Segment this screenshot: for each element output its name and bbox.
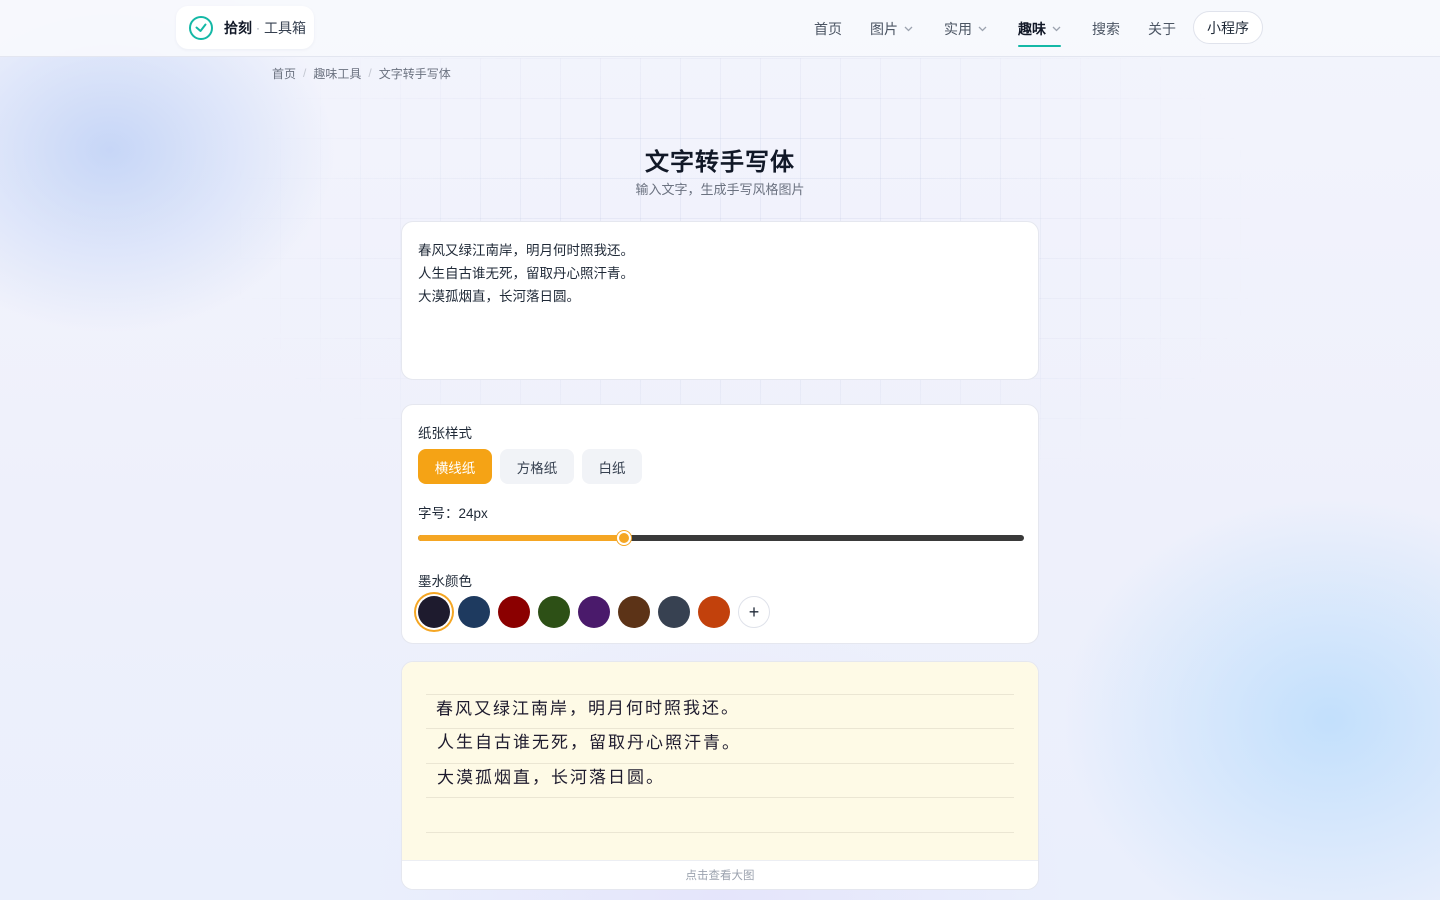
handwriting-line: 春风又绿江南岸，明月何时照我还。 — [435, 698, 741, 720]
font-size-slider[interactable] — [418, 531, 1024, 545]
ink-color-label: 墨水颜色 — [418, 574, 472, 589]
mini-program-button[interactable]: 小程序 — [1193, 11, 1263, 44]
breadcrumb-separator: / — [303, 66, 307, 80]
view-full-image-link[interactable]: 点击查看大图 — [402, 860, 1038, 889]
paper-rule-line — [426, 797, 1014, 798]
handwriting-preview-card: 春风又绿江南岸，明月何时照我还。 人生自古谁无死，留取丹心照汗青。 大漠孤烟直，… — [401, 661, 1039, 890]
brand-logo[interactable]: 拾刻 · 工具箱 — [176, 6, 314, 49]
breadcrumb: 首页 / 趣味工具 / 文字转手写体 — [272, 64, 451, 82]
text-input-card — [401, 221, 1039, 380]
page-subtitle: 输入文字，生成手写风格图片 — [635, 182, 805, 197]
ink-color-swatch[interactable] — [498, 596, 530, 628]
nav-item-label: 图片 — [870, 20, 898, 37]
font-size-slider-fill — [418, 535, 625, 541]
nav-item-home[interactable]: 首页 — [814, 0, 842, 57]
handwriting-line: 大漠孤烟直，长河落日圆。 — [436, 767, 666, 789]
paper-option-lined[interactable]: 横线纸 — [418, 449, 492, 484]
nav-item-utilities[interactable]: 实用 — [944, 0, 987, 57]
brand-separator: · — [256, 20, 260, 35]
ink-color-swatch[interactable] — [538, 596, 570, 628]
paper-style-label: 纸张样式 — [418, 426, 472, 441]
chevron-down-icon — [904, 26, 913, 31]
nav-active-indicator — [1018, 45, 1061, 47]
top-navbar: 拾刻 · 工具箱 首页 图片 实用 趣味 搜索 关于 小程序 — [0, 0, 1440, 57]
ink-color-swatch[interactable] — [458, 596, 490, 628]
chevron-down-icon — [978, 26, 987, 31]
nav-item-label: 首页 — [814, 20, 842, 37]
nav-item-fun[interactable]: 趣味 — [1018, 0, 1061, 57]
ink-color-swatch[interactable] — [618, 596, 650, 628]
nav-item-label: 关于 — [1148, 20, 1176, 37]
breadcrumb-current: 文字转手写体 — [378, 66, 451, 81]
settings-card: 纸张样式 横线纸 方格纸 白纸 字号：24px 墨水颜色 + — [401, 404, 1039, 644]
handwriting-preview-image[interactable]: 春风又绿江南岸，明月何时照我还。 人生自古谁无死，留取丹心照汗青。 大漠孤烟直，… — [402, 662, 1038, 861]
brand-subtitle: 工具箱 — [264, 19, 306, 36]
nav-item-label: 实用 — [944, 20, 972, 37]
nav-item-label: 趣味 — [1018, 20, 1046, 37]
font-size-slider-thumb[interactable] — [617, 531, 632, 545]
add-color-button[interactable]: + — [738, 596, 770, 628]
ink-color-swatch[interactable] — [698, 596, 730, 628]
handwriting-line: 人生自古谁无死，留取丹心照汗青。 — [436, 732, 742, 754]
text-input[interactable] — [402, 222, 1038, 379]
ink-color-swatch[interactable] — [578, 596, 610, 628]
paper-rule-line — [426, 832, 1014, 833]
clock-logo-icon — [189, 15, 213, 40]
ink-color-swatch[interactable] — [658, 596, 690, 628]
font-size-label: 字号：24px — [418, 506, 488, 521]
chevron-down-icon — [1052, 26, 1061, 31]
page-title: 文字转手写体 — [645, 149, 795, 176]
nav-item-label: 搜索 — [1092, 20, 1120, 37]
ink-color-swatch[interactable] — [418, 596, 450, 628]
paper-option-grid[interactable]: 方格纸 — [500, 449, 574, 484]
paper-option-blank[interactable]: 白纸 — [582, 449, 642, 484]
breadcrumb-fun-tools[interactable]: 趣味工具 — [313, 65, 361, 82]
brand-name: 拾刻 — [224, 19, 252, 36]
nav-item-search[interactable]: 搜索 — [1092, 0, 1120, 57]
nav-item-about[interactable]: 关于 — [1148, 0, 1176, 57]
breadcrumb-separator: / — [368, 66, 372, 80]
breadcrumb-home[interactable]: 首页 — [272, 65, 296, 82]
nav-item-images[interactable]: 图片 — [870, 0, 913, 57]
